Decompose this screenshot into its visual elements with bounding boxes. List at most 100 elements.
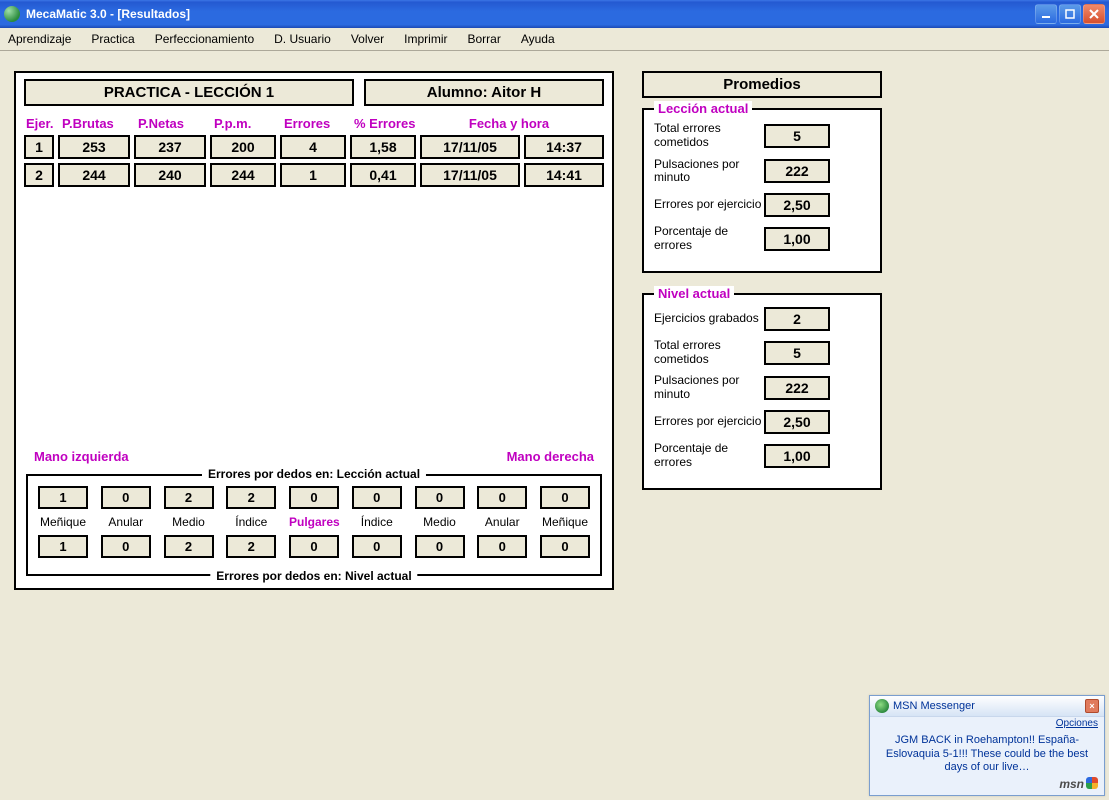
table-cell: 14:37 bbox=[524, 135, 604, 159]
student-header: Alumno: Aitor H bbox=[364, 79, 604, 106]
finger-error-cell: 2 bbox=[226, 535, 276, 558]
table-cell: 237 bbox=[134, 135, 206, 159]
menu-d-usuario[interactable]: D. Usuario bbox=[274, 32, 331, 46]
table-cell: 2 bbox=[24, 163, 54, 187]
level-legend: Nivel actual bbox=[654, 286, 734, 301]
finger-error-cell: 1 bbox=[38, 535, 88, 558]
level-averages-fieldset: Nivel actual Ejercicios grabados2Total e… bbox=[642, 293, 882, 490]
finger-error-cell: 0 bbox=[352, 535, 402, 558]
table-cell: 1 bbox=[280, 163, 346, 187]
msn-messenger-popup[interactable]: MSN Messenger × Opciones JGM BACK in Roe… bbox=[869, 695, 1105, 796]
menu-volver[interactable]: Volver bbox=[351, 32, 384, 46]
stat-value: 222 bbox=[764, 376, 830, 400]
averages-header: Promedios bbox=[642, 71, 882, 98]
column-headers: Ejer. P.Brutas P.Netas P.p.m. Errores % … bbox=[26, 116, 604, 131]
finger-error-cell: 0 bbox=[540, 486, 590, 509]
app-icon bbox=[4, 6, 20, 22]
left-hand-label: Mano izquierda bbox=[34, 449, 129, 464]
finger-error-cell: 2 bbox=[226, 486, 276, 509]
window-minimize-button[interactable] bbox=[1035, 4, 1057, 24]
finger-label: Anular bbox=[101, 515, 151, 529]
table-cell: 253 bbox=[58, 135, 130, 159]
menu-aprendizaje[interactable]: Aprendizaje bbox=[8, 32, 71, 46]
table-cell: 17/11/05 bbox=[420, 135, 520, 159]
table-cell: 1 bbox=[24, 135, 54, 159]
stat-row: Errores por ejercicio2,50 bbox=[654, 410, 870, 434]
finger-errors-group: Errores por dedos en: Lección actual 102… bbox=[26, 474, 602, 576]
results-panel: PRACTICA - LECCIÓN 1 Alumno: Aitor H Eje… bbox=[14, 71, 614, 590]
msn-brand: msn bbox=[870, 777, 1104, 795]
stat-value: 5 bbox=[764, 341, 830, 365]
lesson-legend: Lección actual bbox=[654, 101, 752, 116]
stat-value: 222 bbox=[764, 159, 830, 183]
table-cell: 4 bbox=[280, 135, 346, 159]
stat-label: Pulsaciones por minuto bbox=[654, 374, 764, 402]
results-table: 125323720041,5817/11/0514:37224424024410… bbox=[24, 135, 604, 187]
msn-message-body[interactable]: JGM BACK in Roehampton!! España-Eslovaqu… bbox=[870, 730, 1104, 777]
averages-panel: Promedios Lección actual Total errores c… bbox=[642, 71, 902, 510]
stat-label: Errores por ejercicio bbox=[654, 415, 764, 429]
stat-label: Errores por ejercicio bbox=[654, 198, 764, 212]
stat-label: Pulsaciones por minuto bbox=[654, 158, 764, 186]
finger-error-cell: 0 bbox=[289, 535, 339, 558]
finger-error-cell: 0 bbox=[352, 486, 402, 509]
right-hand-label: Mano derecha bbox=[507, 449, 594, 464]
finger-error-cell: 0 bbox=[415, 486, 465, 509]
finger-error-cell: 2 bbox=[164, 535, 214, 558]
menu-bar: Aprendizaje Practica Perfeccionamiento D… bbox=[0, 28, 1109, 51]
msn-close-button[interactable]: × bbox=[1085, 699, 1099, 713]
finger-error-cell: 0 bbox=[289, 486, 339, 509]
menu-ayuda[interactable]: Ayuda bbox=[521, 32, 555, 46]
finger-error-cell: 0 bbox=[540, 535, 590, 558]
menu-practica[interactable]: Practica bbox=[91, 32, 134, 46]
stat-row: Ejercicios grabados2 bbox=[654, 307, 870, 331]
stat-value: 1,00 bbox=[764, 444, 830, 468]
lesson-header: PRACTICA - LECCIÓN 1 bbox=[24, 79, 354, 106]
stat-value: 5 bbox=[764, 124, 830, 148]
finger-label: Anular bbox=[477, 515, 527, 529]
stat-label: Total errores cometidos bbox=[654, 122, 764, 150]
stat-row: Total errores cometidos5 bbox=[654, 339, 870, 367]
table-cell: 244 bbox=[210, 163, 276, 187]
window-maximize-button[interactable] bbox=[1059, 4, 1081, 24]
finger-label: Meñique bbox=[540, 515, 590, 529]
table-cell: 14:41 bbox=[524, 163, 604, 187]
stat-value: 2,50 bbox=[764, 410, 830, 434]
finger-label: Meñique bbox=[38, 515, 88, 529]
msn-buddy-icon bbox=[875, 699, 889, 713]
stat-value: 1,00 bbox=[764, 227, 830, 251]
stat-row: Porcentaje de errores1,00 bbox=[654, 442, 870, 470]
finger-error-cell: 0 bbox=[101, 486, 151, 509]
menu-borrar[interactable]: Borrar bbox=[468, 32, 501, 46]
finger-error-cell: 0 bbox=[477, 486, 527, 509]
stat-value: 2,50 bbox=[764, 193, 830, 217]
finger-error-cell: 0 bbox=[477, 535, 527, 558]
finger-label: Pulgares bbox=[289, 515, 339, 529]
msn-options-link[interactable]: Opciones bbox=[870, 717, 1104, 730]
stat-row: Pulsaciones por minuto222 bbox=[654, 158, 870, 186]
finger-error-cell: 0 bbox=[415, 535, 465, 558]
finger-error-cell: 0 bbox=[101, 535, 151, 558]
table-cell: 17/11/05 bbox=[420, 163, 520, 187]
menu-perfeccionamiento[interactable]: Perfeccionamiento bbox=[155, 32, 254, 46]
table-cell: 200 bbox=[210, 135, 276, 159]
finger-errors-lesson-title: Errores por dedos en: Lección actual bbox=[202, 467, 426, 481]
window-close-button[interactable] bbox=[1083, 4, 1105, 24]
lesson-averages-fieldset: Lección actual Total errores cometidos5P… bbox=[642, 108, 882, 273]
table-cell: 0,41 bbox=[350, 163, 416, 187]
stat-value: 2 bbox=[764, 307, 830, 331]
table-row: 224424024410,4117/11/0514:41 bbox=[24, 163, 604, 187]
finger-label: Medio bbox=[164, 515, 214, 529]
finger-error-cell: 2 bbox=[164, 486, 214, 509]
window-title: MecaMatic 3.0 - [Resultados] bbox=[26, 7, 1035, 21]
finger-label: Índice bbox=[226, 515, 276, 529]
menu-imprimir[interactable]: Imprimir bbox=[404, 32, 447, 46]
stat-label: Porcentaje de errores bbox=[654, 225, 764, 253]
table-row: 125323720041,5817/11/0514:37 bbox=[24, 135, 604, 159]
stat-row: Porcentaje de errores1,00 bbox=[654, 225, 870, 253]
stat-label: Total errores cometidos bbox=[654, 339, 764, 367]
finger-error-cell: 1 bbox=[38, 486, 88, 509]
msn-titlebar: MSN Messenger × bbox=[870, 696, 1104, 717]
stat-row: Errores por ejercicio2,50 bbox=[654, 193, 870, 217]
finger-label: Índice bbox=[352, 515, 402, 529]
